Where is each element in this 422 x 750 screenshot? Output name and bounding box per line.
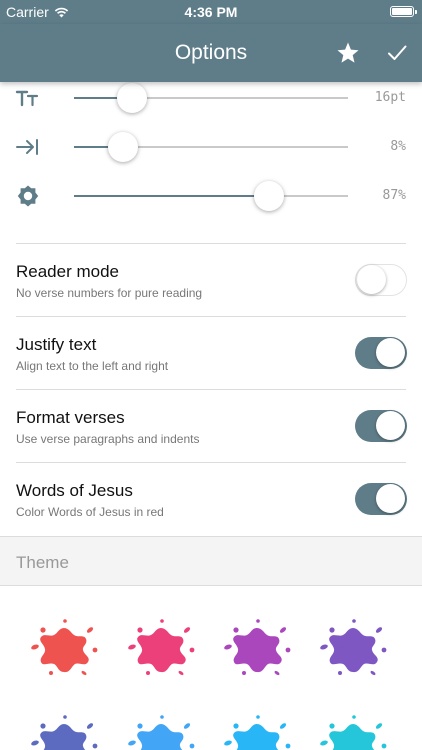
text-size-icon xyxy=(15,90,39,107)
paint-splash-icon xyxy=(319,715,387,750)
status-time: 4:36 PM xyxy=(184,4,238,20)
reader-mode-subtitle: No verse numbers for pure reading xyxy=(16,286,203,300)
divider xyxy=(16,462,406,463)
star-icon[interactable] xyxy=(336,41,360,65)
justify-text-subtitle: Align text to the left and right xyxy=(16,359,169,373)
brightness-slider-row: 87% xyxy=(0,176,422,216)
theme-swatch-2[interactable] xyxy=(126,617,196,677)
brightness-value: 87% xyxy=(382,188,406,203)
indent-value: 8% xyxy=(390,139,406,154)
divider xyxy=(16,243,406,244)
words-of-jesus-row: Words of Jesus Color Words of Jesus in r… xyxy=(0,462,422,535)
indent-slider-track[interactable] xyxy=(74,132,348,162)
indent-slider-thumb[interactable] xyxy=(108,132,139,162)
words-of-jesus-toggle[interactable] xyxy=(355,483,407,515)
battery-icon xyxy=(390,6,417,17)
justify-text-label: Justify text xyxy=(16,335,97,354)
paint-splash-icon xyxy=(30,619,98,676)
format-verses-row: Format verses Use verse paragraphs and i… xyxy=(0,389,422,462)
navigation-bar: Options xyxy=(0,24,422,82)
brightness-slider-thumb[interactable] xyxy=(253,181,284,211)
format-verses-toggle[interactable] xyxy=(355,410,407,442)
theme-header-label: Theme xyxy=(16,553,69,572)
toggle-knob xyxy=(376,411,405,440)
indent-icon xyxy=(16,139,38,155)
reader-mode-label: Reader mode xyxy=(16,262,120,281)
theme-swatch-4[interactable] xyxy=(318,617,388,677)
words-of-jesus-label: Words of Jesus xyxy=(16,481,133,500)
format-verses-subtitle: Use verse paragraphs and indents xyxy=(16,432,200,446)
divider xyxy=(16,389,406,390)
font-size-slider-track[interactable] xyxy=(74,83,348,113)
justify-text-toggle[interactable] xyxy=(355,337,407,369)
divider xyxy=(16,316,406,317)
font-size-slider-thumb[interactable] xyxy=(116,83,147,113)
toggle-knob xyxy=(357,265,386,294)
theme-swatch-6[interactable] xyxy=(126,713,196,750)
theme-swatch-1[interactable] xyxy=(29,617,99,677)
paint-splash-icon xyxy=(127,715,195,750)
theme-swatch-8[interactable] xyxy=(318,713,388,750)
checkmark-icon[interactable] xyxy=(386,42,408,64)
status-bar: Carrier 4:36 PM xyxy=(0,0,422,24)
reader-mode-toggle[interactable] xyxy=(355,264,407,296)
paint-splash-icon xyxy=(223,619,291,676)
theme-swatch-5[interactable] xyxy=(29,713,99,750)
brightness-slider-fill xyxy=(74,195,269,197)
brightness-icon xyxy=(17,185,39,207)
font-size-value: 16pt xyxy=(374,90,406,105)
toggle-knob xyxy=(376,338,405,367)
paint-splash-icon xyxy=(223,715,291,750)
format-verses-label: Format verses xyxy=(16,408,125,427)
theme-swatch-7[interactable] xyxy=(222,713,292,750)
reader-mode-row: Reader mode No verse numbers for pure re… xyxy=(0,243,422,316)
justify-text-row: Justify text Align text to the left and … xyxy=(0,316,422,389)
words-of-jesus-subtitle: Color Words of Jesus in red xyxy=(16,505,164,519)
paint-splash-icon xyxy=(127,619,195,676)
indent-slider-row: 8% xyxy=(0,127,422,167)
paint-splash-icon xyxy=(319,619,387,676)
toggle-knob xyxy=(376,484,405,513)
paint-splash-icon xyxy=(30,715,98,750)
font-size-slider-row: 16pt xyxy=(0,78,422,118)
brightness-slider-track[interactable] xyxy=(74,181,348,211)
theme-section-header: Theme xyxy=(0,536,422,586)
theme-swatch-3[interactable] xyxy=(222,617,292,677)
